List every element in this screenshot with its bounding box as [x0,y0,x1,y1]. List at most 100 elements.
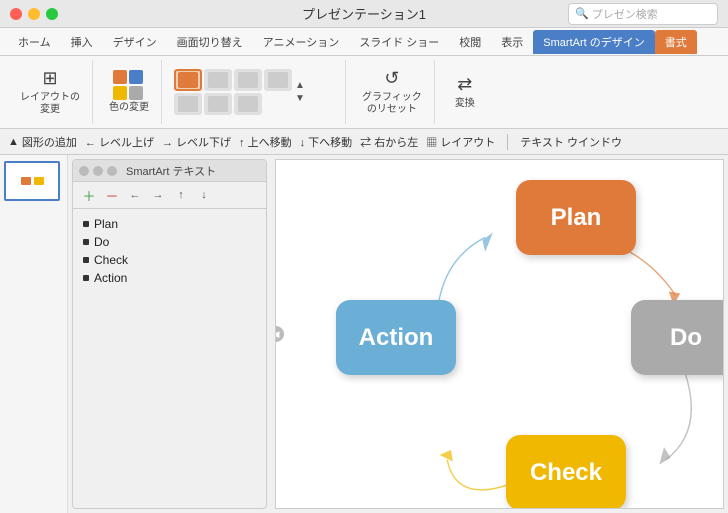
title-bar: プレゼンテーション1 🔍 プレゼン検索 [0,0,728,28]
layout-preview-1[interactable] [174,69,202,91]
panel-item-action[interactable]: Action [83,269,256,287]
node-do[interactable]: Do [631,300,724,375]
layout-preview-6[interactable] [204,93,232,115]
layout-preview-7[interactable] [234,93,262,115]
layouts-scroll-up[interactable]: ▲ [295,80,305,91]
bullet-action [83,275,89,281]
move-item-up-button[interactable]: ↑ [171,185,191,205]
layout-preview-5[interactable] [174,93,202,115]
tab-view[interactable]: 表示 [491,30,533,54]
panel-item-do[interactable]: Do [83,233,256,251]
tab-smartart-design[interactable]: SmartArt のデザイン [533,30,654,54]
bullet-plan [83,221,89,227]
tab-home[interactable]: ホーム [8,30,61,54]
ribbon-group-color: 色の変更 [97,60,162,124]
node-check-label: Check [530,459,602,487]
sub-toolbar: ▲ 図形の追加 ← レベル上げ → レベル下げ ↑ 上へ移動 ↓ 下へ移動 ⇄ … [0,129,728,155]
remove-item-button[interactable]: － [102,185,122,205]
text-window-btn[interactable]: テキスト ウインドウ [520,134,622,150]
layout-preview-2[interactable] [204,69,232,91]
slide-1-thumbnail[interactable] [4,161,60,201]
move-item-down-button[interactable]: ↓ [194,185,214,205]
indent-left-button[interactable]: ← [125,185,145,205]
color-change-btn[interactable]: 色の変更 [105,60,153,124]
reset-icon: ↺ [384,68,399,90]
slide-thumbnail-panel [0,155,68,513]
layout-icon: ⊞ [42,68,57,90]
layout-change-button[interactable]: ⊞ レイアウトの変更 [16,66,84,118]
convert-button[interactable]: ⇄ 変換 [447,72,483,112]
rtl-btn[interactable]: ⇄ 右から左 [360,134,418,150]
ribbon-group-convert: ⇄ 変換 [439,60,499,124]
reset-label: グラフィックのリセット [362,92,422,116]
indent-right-button[interactable]: → [148,185,168,205]
thumb-preview [21,177,44,185]
add-item-button[interactable]: ＋ [79,185,99,205]
tab-animations[interactable]: アニメーション [253,30,350,54]
canvas-area: ◀ Plan Do Check A [275,159,724,509]
main-area: SmartArt テキスト ＋ － ← → ↑ ↓ Plan Do Check [0,155,728,513]
layout-change-label: レイアウトの変更 [20,92,80,116]
node-plan[interactable]: Plan [516,180,636,255]
maximize-button[interactable] [46,8,58,20]
tab-transitions[interactable]: 画面切り替え [167,30,253,54]
ribbon-group-layouts: ▲ ▼ [166,60,346,124]
panel-items-list: Plan Do Check Action [73,209,266,508]
smartart-panel-title: SmartArt テキスト [126,163,216,179]
item-label-do: Do [94,235,109,249]
ribbon: ホーム 挿入 デザイン 画面切り替え アニメーション スライド ショー 校閲 表… [0,28,728,129]
move-up-btn[interactable]: ↑ 上へ移動 [239,134,292,150]
close-button[interactable] [10,8,22,20]
node-plan-label: Plan [551,204,602,232]
node-action-label: Action [359,324,434,352]
tab-design[interactable]: デザイン [103,30,167,54]
divider [507,134,508,150]
add-icon: ▲ [8,136,19,148]
window-controls [10,8,58,20]
tab-slideshow[interactable]: スライド ショー [349,30,449,54]
bullet-check [83,257,89,263]
panel-close-dot[interactable] [79,166,89,176]
node-do-label: Do [670,324,702,352]
color-change-button[interactable]: 色の変更 [105,68,153,116]
bullet-do [83,239,89,245]
tab-review[interactable]: 校閲 [449,30,491,54]
item-label-action: Action [94,271,127,285]
add-shape-btn[interactable]: ▲ 図形の追加 [8,134,77,150]
layout-btn[interactable]: ▦ レイアウト [426,134,495,150]
level-down-btn[interactable]: → レベル下げ [162,134,231,150]
search-icon: 🔍 [575,7,589,20]
node-action[interactable]: Action [336,300,456,375]
minimize-button[interactable] [28,8,40,20]
window-title: プレゼンテーション1 [302,4,426,23]
convert-label: 変換 [455,98,475,110]
panel-item-check[interactable]: Check [83,251,256,269]
panel-min-dot[interactable] [93,166,103,176]
panel-title-bar: SmartArt テキスト [73,160,266,182]
ribbon-group-layout: ⊞ レイアウトの変更 [8,60,93,124]
move-down-btn[interactable]: ↓ 下へ移動 [300,134,353,150]
tab-format[interactable]: 書式 [655,30,697,54]
smartart-text-panel: SmartArt テキスト ＋ － ← → ↑ ↓ Plan Do Check [72,159,267,509]
level-up-btn[interactable]: ← レベル上げ [85,134,154,150]
layout-preview-3[interactable] [234,69,262,91]
convert-icon: ⇄ [457,74,472,96]
ribbon-group-reset: ↺ グラフィックのリセット [350,60,435,124]
panel-max-dot[interactable] [107,166,117,176]
reset-graphic-button[interactable]: ↺ グラフィックのリセット [358,66,426,118]
ribbon-tab-bar: ホーム 挿入 デザイン 画面切り替え アニメーション スライド ショー 校閲 表… [0,28,728,56]
ribbon-content: ⊞ レイアウトの変更 色の変更 [0,56,728,128]
panel-window-controls [79,166,117,176]
panel-item-plan[interactable]: Plan [83,215,256,233]
tab-insert[interactable]: 挿入 [61,30,103,54]
search-placeholder: プレゼン検索 [592,6,658,22]
layout-change-btn[interactable]: ⊞ レイアウトの変更 [16,60,84,124]
collapse-panel-arrow[interactable]: ◀ [275,326,284,342]
panel-toolbar: ＋ － ← → ↑ ↓ [73,182,266,209]
item-label-check: Check [94,253,128,267]
color-change-label: 色の変更 [109,102,149,114]
layout-preview-4[interactable] [264,69,292,91]
search-bar[interactable]: 🔍 プレゼン検索 [568,3,718,25]
node-check[interactable]: Check [506,435,626,509]
layouts-scroll-down[interactable]: ▼ [295,93,305,104]
